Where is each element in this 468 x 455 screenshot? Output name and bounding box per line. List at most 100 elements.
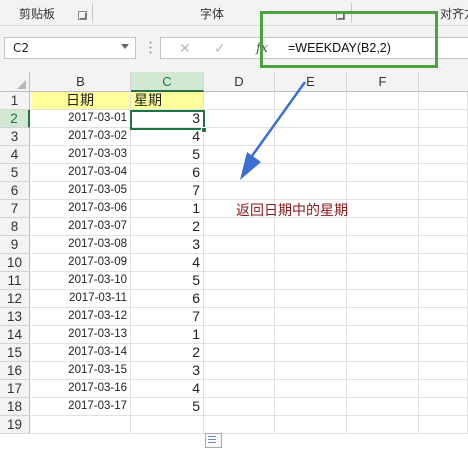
weekday-cell[interactable]: 6	[131, 164, 204, 182]
date-cell[interactable]: 2017-03-03	[31, 146, 131, 164]
row-header[interactable]: 10	[0, 254, 30, 272]
table-cell[interactable]	[419, 290, 468, 308]
table-cell[interactable]	[275, 254, 347, 272]
table-cell[interactable]	[347, 326, 419, 344]
table-cell[interactable]	[347, 272, 419, 290]
table-cell[interactable]	[347, 92, 419, 110]
weekday-cell[interactable]: 5	[131, 398, 204, 416]
date-cell[interactable]: 2017-03-08	[31, 236, 131, 254]
row-header[interactable]: 14	[0, 326, 30, 344]
date-cell[interactable]: 2017-03-09	[31, 254, 131, 272]
table-cell[interactable]	[204, 398, 275, 416]
table-cell[interactable]	[419, 92, 468, 110]
date-cell[interactable]: 2017-03-14	[31, 344, 131, 362]
row-header[interactable]: 2	[0, 110, 30, 128]
table-cell[interactable]	[347, 398, 419, 416]
table-cell[interactable]	[347, 344, 419, 362]
row-header[interactable]: 8	[0, 218, 30, 236]
select-all-corner[interactable]	[0, 72, 30, 92]
weekday-cell[interactable]: 4	[131, 128, 204, 146]
table-cell[interactable]	[347, 236, 419, 254]
row-header[interactable]: 12	[0, 290, 30, 308]
table-cell[interactable]	[275, 326, 347, 344]
weekday-cell[interactable]: 5	[131, 146, 204, 164]
date-cell[interactable]: 2017-03-05	[31, 182, 131, 200]
weekday-cell[interactable]: 3	[131, 236, 204, 254]
row-header[interactable]: 13	[0, 308, 30, 326]
quick-analysis-icon[interactable]	[205, 433, 222, 448]
weekday-cell[interactable]: 5	[131, 272, 204, 290]
fill-handle[interactable]	[201, 127, 207, 133]
table-cell[interactable]	[419, 146, 468, 164]
table-cell[interactable]	[204, 380, 275, 398]
table-cell[interactable]	[275, 218, 347, 236]
row-header[interactable]: 17	[0, 380, 30, 398]
table-cell[interactable]	[347, 146, 419, 164]
weekday-cell[interactable]: 6	[131, 290, 204, 308]
ribbon-group-clipboard[interactable]: 剪贴板	[19, 5, 55, 22]
table-cell[interactable]	[275, 290, 347, 308]
chevron-down-icon[interactable]	[121, 44, 129, 49]
table-cell[interactable]	[275, 344, 347, 362]
table-cell[interactable]	[347, 200, 419, 218]
row-header[interactable]: 15	[0, 344, 30, 362]
table-cell[interactable]	[204, 254, 275, 272]
table-cell[interactable]	[419, 398, 468, 416]
table-cell[interactable]	[347, 416, 419, 434]
table-cell[interactable]	[347, 218, 419, 236]
date-cell[interactable]	[31, 416, 131, 434]
table-cell[interactable]	[419, 380, 468, 398]
table-cell[interactable]	[419, 326, 468, 344]
date-cell[interactable]: 2017-03-16	[31, 380, 131, 398]
table-cell[interactable]	[204, 344, 275, 362]
table-cell[interactable]	[204, 218, 275, 236]
table-cell[interactable]	[347, 308, 419, 326]
table-cell[interactable]	[347, 164, 419, 182]
table-cell[interactable]	[419, 164, 468, 182]
table-cell[interactable]	[419, 362, 468, 380]
weekday-cell[interactable]: 7	[131, 308, 204, 326]
resize-dots-icon[interactable]	[149, 40, 152, 56]
weekday-cell[interactable]: 1	[131, 200, 204, 218]
table-cell[interactable]	[419, 254, 468, 272]
column-header-g[interactable]	[419, 72, 468, 92]
table-cell[interactable]	[419, 110, 468, 128]
ribbon-group-font[interactable]: 字体	[200, 5, 224, 22]
column-header-b[interactable]: B	[31, 72, 131, 92]
table-cell[interactable]	[347, 128, 419, 146]
table-cell[interactable]	[419, 200, 468, 218]
table-cell[interactable]	[347, 290, 419, 308]
weekday-cell[interactable]	[131, 416, 204, 434]
weekday-cell[interactable]: 4	[131, 254, 204, 272]
column-header-c[interactable]: C	[131, 72, 204, 92]
table-cell[interactable]	[419, 236, 468, 254]
table-cell[interactable]	[419, 218, 468, 236]
date-cell[interactable]: 2017-03-10	[31, 272, 131, 290]
name-box[interactable]: C2	[4, 37, 136, 59]
row-header[interactable]: 5	[0, 164, 30, 182]
row-header[interactable]: 7	[0, 200, 30, 218]
table-cell[interactable]	[204, 272, 275, 290]
date-cell[interactable]: 2017-03-17	[31, 398, 131, 416]
table-cell[interactable]	[275, 308, 347, 326]
table-cell[interactable]	[419, 182, 468, 200]
date-cell[interactable]: 2017-03-13	[31, 326, 131, 344]
table-cell[interactable]	[419, 128, 468, 146]
row-header[interactable]: 11	[0, 272, 30, 290]
table-cell[interactable]	[275, 398, 347, 416]
row-header[interactable]: 6	[0, 182, 30, 200]
weekday-cell[interactable]: 2	[131, 218, 204, 236]
ribbon-group-alignment[interactable]: 对齐方	[440, 5, 468, 22]
table-cell[interactable]	[204, 308, 275, 326]
date-cell[interactable]: 2017-03-15	[31, 362, 131, 380]
table-cell[interactable]	[347, 254, 419, 272]
date-cell[interactable]: 2017-03-11	[31, 290, 131, 308]
table-cell[interactable]	[419, 344, 468, 362]
table-cell[interactable]	[275, 416, 347, 434]
table-cell[interactable]	[275, 272, 347, 290]
weekday-cell[interactable]: 4	[131, 380, 204, 398]
date-cell[interactable]: 2017-03-01	[31, 110, 131, 128]
header-cell-weekday[interactable]: 星期	[131, 92, 204, 110]
date-cell[interactable]: 2017-03-04	[31, 164, 131, 182]
date-cell[interactable]: 2017-03-12	[31, 308, 131, 326]
